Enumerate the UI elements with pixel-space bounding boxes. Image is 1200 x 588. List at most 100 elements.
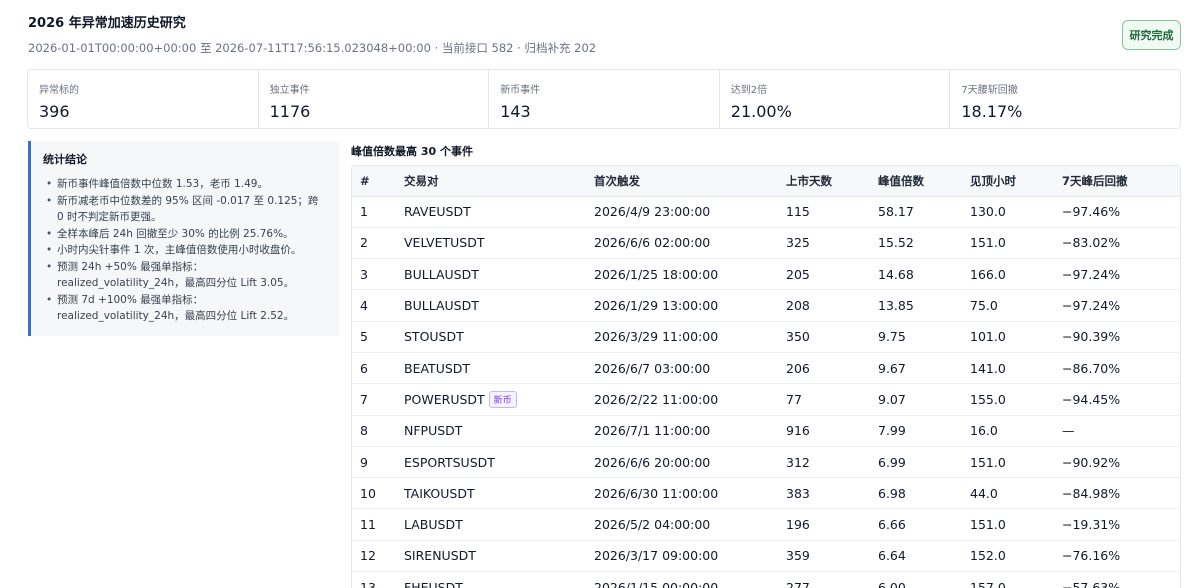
table-row[interactable]: 5 STOUSDT 2026/3/29 11:00:00 350 9.75 101.0 −9…: [352, 321, 1180, 353]
column-header-listed-days[interactable]: 上市天数: [778, 166, 870, 197]
cell-drawdown-7d: −90.39%: [1054, 321, 1180, 353]
cell-drawdown-7d: −76.16%: [1054, 540, 1180, 573]
cell-pair: BULLAUSDT: [396, 258, 586, 291]
cell-first-trigger: 2026/4/9 23:00:00: [586, 196, 778, 228]
stat-label: 新币事件: [500, 85, 541, 96]
cell-peak-hours: 166.0: [962, 258, 1054, 291]
pair-label: NFPUSDT: [404, 423, 463, 439]
stats-panel: 异常标的 396 独立事件 1176 新币事件 143 达到2倍 21.00% …: [27, 69, 1181, 129]
pair-label: SIRENUSDT: [404, 548, 476, 564]
cell-pair: FHEUSDT: [396, 571, 586, 588]
pair-label: STOUSDT: [404, 329, 464, 345]
cell-listed-days: 77: [778, 383, 870, 416]
cell-listed-days: 277: [778, 571, 870, 588]
cell-peak-multiple: 6.99: [870, 446, 962, 479]
table-header-row: # 交易对 首次触发 上市天数 峰值倍数 见顶小时 7天峰后回撤: [352, 166, 1180, 197]
cell-first-trigger: 2026/1/25 18:00:00: [586, 258, 778, 291]
table-row[interactable]: 12 SIRENUSDT 2026/3/17 09:00:00 359 6.64 152.…: [352, 540, 1180, 573]
table-row[interactable]: 8 NFPUSDT 2026/7/1 11:00:00 916 7.99 16.0—: [352, 415, 1180, 447]
pair-label: BULLAUSDT: [404, 266, 479, 282]
cell-first-trigger: 2026/5/2 04:00:00: [586, 508, 778, 541]
pair-label: BEATUSDT: [404, 360, 471, 376]
table-body: 1 RAVEUSDT 2026/4/9 23:00:00 115 58.17 130.0−…: [352, 196, 1180, 588]
cell-rank: 2: [352, 227, 396, 260]
cell-drawdown-7d: −97.46%: [1054, 196, 1180, 228]
table-row[interactable]: 10 TAIKOUSDT 2026/6/30 11:00:00 383 6.98 44.0…: [352, 477, 1180, 510]
table-row[interactable]: 6 BEATUSDT 2026/6/7 03:00:00 206 9.67 141.0 −8…: [352, 352, 1180, 385]
cell-peak-hours: 75.0: [962, 289, 1054, 322]
conclusion-panel: 统计结论 新币事件峰值倍数中位数 1.53，老币 1.49。 新币减老币中位数差…: [28, 141, 339, 336]
table-row[interactable]: 4 BULLAUSDT 2026/1/29 13:00:00 208 13.85 75.0…: [352, 289, 1180, 322]
table-title: 峰值倍数最高 30 个事件: [351, 145, 473, 158]
cell-first-trigger: 2026/3/17 09:00:00: [586, 540, 778, 573]
cell-peak-multiple: 9.07: [870, 383, 962, 416]
cell-rank: 11: [352, 508, 396, 541]
column-header-peak-hours[interactable]: 见顶小时: [962, 166, 1054, 197]
stat-value: 18.17%: [961, 102, 1023, 121]
cell-listed-days: 325: [778, 227, 870, 260]
cell-peak-multiple: 6.64: [870, 540, 962, 573]
cell-peak-hours: 157.0: [962, 571, 1054, 588]
pair-label: VELVETUSDT: [404, 235, 485, 251]
cell-listed-days: 916: [778, 415, 870, 447]
table-row[interactable]: 1 RAVEUSDT 2026/4/9 23:00:00 115 58.17 130.0−…: [352, 196, 1180, 228]
cell-listed-days: 205: [778, 258, 870, 291]
column-header-rank[interactable]: #: [352, 166, 396, 197]
cell-peak-hours: 151.0: [962, 508, 1054, 541]
cell-pair: STOUSDT: [396, 321, 586, 353]
cell-peak-hours: 130.0: [962, 196, 1054, 228]
table-row[interactable]: 3 BULLAUSDT 2026/1/25 18:00:00 205 14.68 166.…: [352, 258, 1180, 291]
table-row[interactable]: 9 ESPORTSUSDT 2026/6/6 20:00:00 312 6.99 151.…: [352, 446, 1180, 479]
column-header-peak-multiple[interactable]: 峰值倍数: [870, 166, 962, 197]
cell-first-trigger: 2026/6/7 03:00:00: [586, 352, 778, 385]
column-header-pair[interactable]: 交易对: [396, 166, 586, 197]
table-row[interactable]: 2 VELVETUSDT 2026/6/6 02:00:00 325 15.52 151.…: [352, 227, 1180, 260]
stat-card-reached-2x: 达到2倍 21.00%: [720, 70, 951, 128]
cell-peak-hours: 155.0: [962, 383, 1054, 416]
cell-rank: 13: [352, 571, 396, 588]
cell-pair: BEATUSDT: [396, 352, 586, 385]
page-subtitle: 2026-01-01T00:00:00+00:00 至 2026-07-11T1…: [28, 41, 597, 55]
cell-peak-multiple: 15.52: [870, 227, 962, 260]
cell-listed-days: 196: [778, 508, 870, 541]
pair-label: FHEUSDT: [404, 579, 463, 588]
stat-value: 143: [500, 102, 531, 121]
research-complete-button[interactable]: 研究完成: [1122, 20, 1181, 50]
column-header-drawdown-7d[interactable]: 7天峰后回撤: [1054, 166, 1180, 197]
cell-pair: BULLAUSDT: [396, 289, 586, 322]
cell-rank: 12: [352, 540, 396, 573]
cell-rank: 6: [352, 352, 396, 385]
cell-peak-hours: 101.0: [962, 321, 1054, 353]
pair-label: LABUSDT: [404, 517, 463, 533]
cell-drawdown-7d: −90.92%: [1054, 446, 1180, 479]
events-table-container[interactable]: # 交易对 首次触发 上市天数 峰值倍数 见顶小时 7天峰后回撤 1 RAVEUS…: [351, 165, 1181, 588]
cell-peak-multiple: 14.68: [870, 258, 962, 291]
stat-label: 7天腰斩回撤: [961, 85, 1018, 96]
stat-label: 异常标的: [39, 85, 79, 96]
conclusion-list: 新币事件峰值倍数中位数 1.53，老币 1.49。 新币减老币中位数差的 95%…: [43, 176, 327, 325]
cell-pair: SIRENUSDT: [396, 540, 586, 573]
cell-first-trigger: 2026/2/22 11:00:00: [586, 383, 778, 416]
cell-pair: POWERUSDT 新币: [396, 383, 586, 416]
table-row[interactable]: 11 LABUSDT 2026/5/2 04:00:00 196 6.66 151.0 −1…: [352, 508, 1180, 541]
new-coin-badge: 新币: [488, 390, 517, 408]
stat-value: 21.00%: [730, 102, 792, 121]
cell-peak-multiple: 7.99: [870, 415, 962, 447]
pair-label: BULLAUSDT: [404, 298, 479, 314]
cell-peak-hours: 151.0: [962, 446, 1054, 479]
cell-pair: LABUSDT: [396, 508, 586, 541]
cell-rank: 9: [352, 446, 396, 479]
cell-peak-multiple: 9.67: [870, 352, 962, 385]
cell-peak-multiple: 58.17: [870, 196, 962, 228]
stat-value: 396: [39, 102, 70, 121]
stat-value: 1176: [269, 102, 311, 121]
cell-listed-days: 350: [778, 321, 870, 353]
table-row[interactable]: 13 FHEUSDT 2026/1/15 00:00:00 277 6.00 157.0−…: [352, 571, 1180, 588]
conclusion-item: 预测 24h +50% 最强单指标：realized_volatility_24…: [43, 259, 327, 292]
cell-drawdown-7d: −84.98%: [1054, 477, 1180, 510]
column-header-first-trigger[interactable]: 首次触发: [586, 166, 778, 197]
cell-drawdown-7d: —: [1054, 415, 1180, 447]
table-row[interactable]: 7 POWERUSDT 新币 2026/2/22 11:00:00 77 9.07 155.…: [352, 383, 1180, 416]
page-title: 2026 年异常加速历史研究: [28, 16, 186, 31]
cell-peak-hours: 16.0: [962, 415, 1054, 447]
